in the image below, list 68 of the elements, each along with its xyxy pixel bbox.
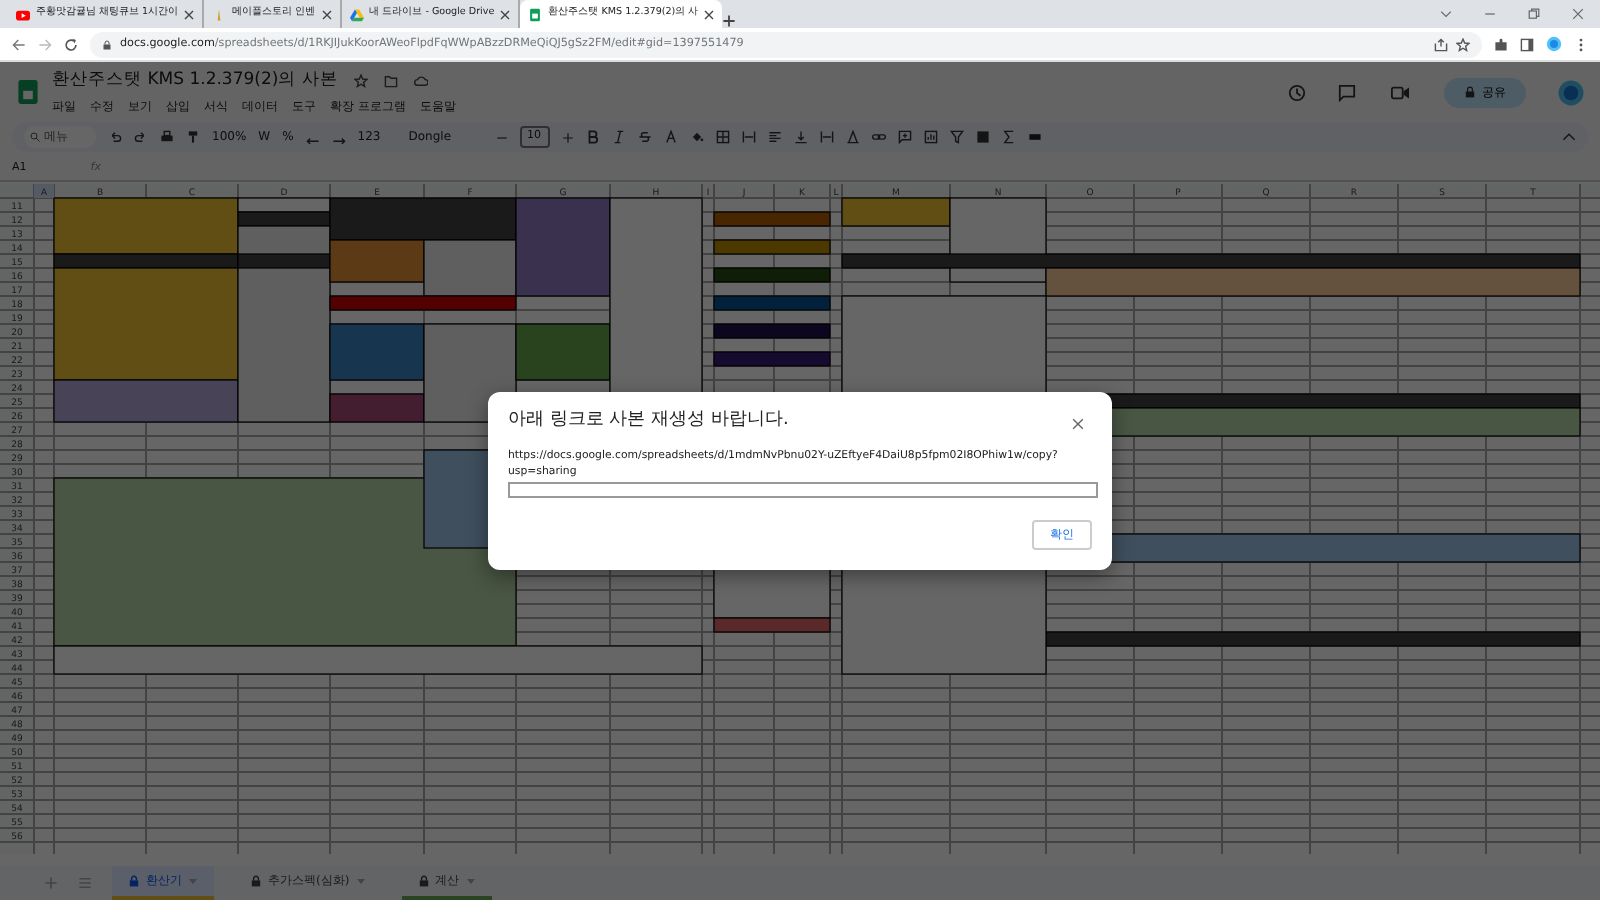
- paint-format-icon[interactable]: [186, 130, 200, 144]
- sheet-list-icon[interactable]: [78, 876, 92, 890]
- align-icon[interactable]: [767, 130, 782, 144]
- link-input-field[interactable]: [508, 481, 1098, 498]
- document-title[interactable]: 환산주스탯 KMS 1.2.379(2)의 사본: [52, 68, 338, 94]
- strikethrough-icon[interactable]: [637, 130, 652, 144]
- video-camera-icon[interactable]: [1388, 83, 1412, 101]
- more-icon[interactable]: [1574, 37, 1588, 51]
- caret-icon: [188, 876, 198, 886]
- caret-icon: [355, 876, 366, 886]
- close-icon[interactable]: [184, 9, 195, 19]
- star-icon[interactable]: [1456, 37, 1470, 51]
- account-avatar-icon[interactable]: [1558, 79, 1584, 105]
- close-icon[interactable]: [500, 9, 511, 19]
- history-icon[interactable]: [1288, 83, 1306, 101]
- search-icon: [30, 132, 40, 142]
- print-icon[interactable]: [160, 130, 174, 144]
- folder-icon[interactable]: [383, 74, 398, 88]
- dialog-title: 아래 링크로 사본 재생성 바랍니다.: [508, 410, 789, 432]
- reload-icon[interactable]: [64, 37, 78, 51]
- forward-icon[interactable]: [38, 37, 52, 51]
- share-icon[interactable]: [1434, 37, 1448, 51]
- caret-icon: [465, 876, 476, 886]
- cloud-icon[interactable]: [413, 74, 428, 88]
- chart-icon[interactable]: [923, 130, 938, 144]
- comment-icon[interactable]: [1338, 83, 1356, 101]
- lock-icon: [250, 874, 262, 888]
- add-comment-icon[interactable]: [897, 130, 912, 144]
- video-play-icon: [16, 7, 30, 21]
- link-icon[interactable]: [871, 130, 886, 144]
- minimize-icon[interactable]: [1484, 8, 1496, 20]
- vertical-align-icon[interactable]: [793, 130, 808, 144]
- redo-icon[interactable]: [134, 130, 148, 144]
- puzzle-icon[interactable]: [1494, 37, 1508, 51]
- text-rotate-icon[interactable]: [845, 130, 860, 144]
- text-color-icon[interactable]: [663, 130, 678, 144]
- italic-icon[interactable]: [611, 130, 626, 144]
- restore-icon[interactable]: [1528, 8, 1540, 20]
- new-tab-icon[interactable]: [722, 14, 737, 28]
- sheets-icon: [528, 7, 543, 21]
- profile-avatar-icon[interactable]: [1546, 36, 1562, 52]
- fill-color-icon[interactable]: [689, 130, 704, 144]
- collapse-icon[interactable]: [1562, 130, 1576, 144]
- filter-icon[interactable]: [949, 130, 964, 144]
- minus-icon[interactable]: [495, 131, 508, 143]
- lock-icon: [102, 39, 112, 49]
- sidebar-icon[interactable]: [1520, 37, 1534, 51]
- close-icon[interactable]: [321, 9, 332, 19]
- lock-icon: [417, 874, 430, 888]
- drive-icon: [349, 7, 364, 21]
- lock-icon: [128, 874, 140, 888]
- undo-icon[interactable]: [108, 130, 122, 144]
- filter-views-icon[interactable]: [975, 130, 990, 144]
- plus-icon[interactable]: [561, 131, 574, 143]
- lock-icon: [1464, 86, 1476, 98]
- borders-icon[interactable]: [715, 130, 730, 144]
- star-icon[interactable]: [353, 74, 368, 88]
- close-icon[interactable]: [1072, 418, 1084, 430]
- add-sheet-icon[interactable]: [44, 876, 58, 890]
- sum-icon[interactable]: [1001, 130, 1016, 144]
- bold-icon[interactable]: [585, 130, 600, 144]
- back-icon[interactable]: [12, 37, 26, 51]
- chevron-down-icon[interactable]: [1440, 8, 1452, 20]
- text-wrap-icon[interactable]: [819, 130, 834, 144]
- sheets-logo-icon: [16, 76, 40, 108]
- close-icon[interactable]: [704, 9, 715, 19]
- merge-cells-icon[interactable]: [741, 130, 756, 144]
- close-icon[interactable]: [1572, 8, 1584, 20]
